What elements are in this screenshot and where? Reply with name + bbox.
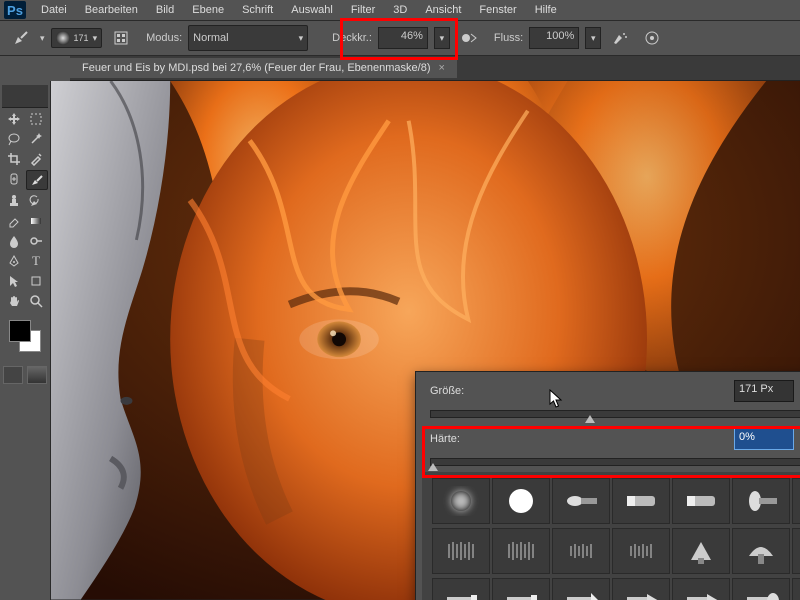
workspace: T	[0, 81, 800, 600]
brush-thumb[interactable]	[732, 528, 790, 574]
foreground-color[interactable]	[9, 320, 31, 342]
menu-image[interactable]: Bild	[147, 2, 183, 18]
gradient-tool[interactable]	[26, 212, 46, 230]
brush-thumb[interactable]	[432, 578, 490, 600]
brush-panel-toggle-icon[interactable]	[108, 26, 134, 50]
path-select-tool[interactable]	[4, 272, 24, 290]
brush-preset-picker[interactable]: 171 ▾	[51, 28, 103, 48]
brush-thumb[interactable]	[492, 478, 550, 524]
brush-thumb[interactable]	[492, 528, 550, 574]
brush-thumb[interactable]	[552, 528, 610, 574]
shape-tool[interactable]	[26, 272, 46, 290]
pressure-opacity-icon[interactable]	[456, 26, 482, 50]
brush-thumb[interactable]	[672, 528, 730, 574]
menu-window[interactable]: Fenster	[470, 2, 525, 18]
menu-filter[interactable]: Filter	[342, 2, 384, 18]
lasso-tool[interactable]	[4, 130, 24, 148]
size-slider[interactable]	[430, 410, 800, 418]
standard-mode-icon[interactable]	[3, 366, 23, 384]
brush-tool[interactable]	[26, 170, 48, 190]
brush-thumb[interactable]	[672, 578, 730, 600]
brush-thumbnails	[422, 472, 800, 600]
brush-thumb[interactable]	[672, 478, 730, 524]
menu-help[interactable]: Hilfe	[526, 2, 566, 18]
flow-input[interactable]: 100%	[529, 27, 579, 49]
zoom-tool[interactable]	[26, 292, 46, 310]
brush-thumb[interactable]	[612, 478, 670, 524]
flow-dropdown[interactable]: ▾	[585, 27, 601, 49]
canvas[interactable]: Größe: 171 Px Härte: 0%	[51, 81, 800, 600]
brush-thumb[interactable]	[552, 478, 610, 524]
blur-tool[interactable]	[4, 232, 24, 250]
options-bar: ▾ 171 ▾ Modus: Normal ▾ Deckkr.: 46% ▾ F…	[0, 21, 800, 56]
move-tool[interactable]	[4, 110, 24, 128]
brush-thumb[interactable]	[732, 578, 790, 600]
brush-thumb[interactable]	[612, 528, 670, 574]
menu-select[interactable]: Auswahl	[282, 2, 342, 18]
menu-bar: Ps Datei Bearbeiten Bild Ebene Schrift A…	[0, 0, 800, 21]
blend-mode-value: Normal	[193, 32, 228, 44]
mode-label: Modus:	[146, 32, 182, 44]
document-tab[interactable]: Feuer und Eis by MDI.psd bei 27,6% (Feue…	[70, 58, 457, 78]
wand-tool[interactable]	[26, 130, 46, 148]
brush-preset-panel: Größe: 171 Px Härte: 0%	[415, 371, 800, 600]
document-title: Feuer und Eis by MDI.psd bei 27,6% (Feue…	[82, 62, 431, 74]
brush-thumb[interactable]	[552, 578, 610, 600]
history-brush-tool[interactable]	[26, 192, 46, 210]
opacity-input[interactable]: 46%	[378, 27, 428, 49]
opacity-label: Deckkr.:	[332, 32, 372, 44]
brush-thumb[interactable]	[432, 478, 490, 524]
color-swatches[interactable]	[9, 320, 41, 352]
menu-file[interactable]: Datei	[32, 2, 76, 18]
app-logo: Ps	[4, 1, 26, 19]
marquee-tool[interactable]	[26, 110, 46, 128]
hardness-input[interactable]: 0%	[734, 428, 794, 450]
hardness-slider[interactable]	[430, 458, 800, 466]
brush-thumb[interactable]	[792, 578, 800, 600]
chevron-down-icon: ▾	[299, 33, 304, 44]
menu-layer[interactable]: Ebene	[183, 2, 233, 18]
eraser-tool[interactable]	[4, 212, 24, 230]
blend-mode-select[interactable]: Normal ▾	[188, 25, 308, 51]
menu-type[interactable]: Schrift	[233, 2, 282, 18]
brush-preview-icon	[56, 31, 70, 45]
menu-edit[interactable]: Bearbeiten	[76, 2, 147, 18]
chevron-down-icon: ▾	[93, 33, 98, 44]
brush-thumb[interactable]	[492, 578, 550, 600]
brush-thumb[interactable]	[792, 478, 800, 524]
tool-indicator-brush-icon[interactable]	[8, 26, 34, 50]
chevron-down-icon[interactable]: ▾	[40, 33, 45, 44]
type-tool[interactable]: T	[26, 252, 46, 270]
eyedropper-tool[interactable]	[26, 150, 46, 168]
size-label: Größe:	[430, 385, 490, 397]
brush-thumb[interactable]	[432, 528, 490, 574]
brush-thumb[interactable]	[792, 528, 800, 574]
close-icon[interactable]: ×	[439, 62, 445, 74]
stamp-tool[interactable]	[4, 192, 24, 210]
quickmask-mode-icon[interactable]	[27, 366, 47, 384]
brush-thumb[interactable]	[732, 478, 790, 524]
size-input[interactable]: 171 Px	[734, 380, 794, 402]
airbrush-icon[interactable]	[607, 26, 633, 50]
hand-tool[interactable]	[4, 292, 24, 310]
brush-thumb[interactable]	[612, 578, 670, 600]
document-tab-strip: Feuer und Eis by MDI.psd bei 27,6% (Feue…	[70, 56, 800, 81]
healing-tool[interactable]	[4, 170, 24, 188]
toolbox: T	[0, 81, 51, 600]
menu-3d[interactable]: 3D	[384, 2, 416, 18]
crop-tool[interactable]	[4, 150, 24, 168]
pen-tool[interactable]	[4, 252, 24, 270]
dodge-tool[interactable]	[26, 232, 46, 250]
flow-label: Fluss:	[494, 32, 523, 44]
opacity-dropdown[interactable]: ▾	[434, 27, 450, 49]
pressure-size-icon[interactable]	[639, 26, 665, 50]
hardness-label: Härte:	[430, 433, 490, 445]
menu-view[interactable]: Ansicht	[416, 2, 470, 18]
brush-size-display: 171	[74, 33, 89, 43]
